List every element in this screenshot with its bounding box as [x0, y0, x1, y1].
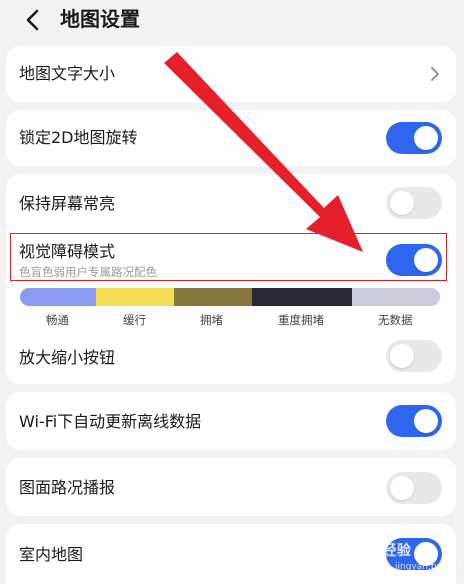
back-arrow-icon[interactable]	[22, 8, 44, 32]
legend-label-heavy: 重度拥堵	[278, 313, 324, 327]
legend-label-smooth: 畅通	[46, 313, 69, 327]
legend-swatch-congested	[174, 288, 252, 306]
setting-label: 室内地图	[19, 545, 84, 564]
setting-label: 地图文字大小	[19, 64, 116, 83]
legend-swatch-smooth	[20, 288, 96, 306]
legend-swatch-slow	[96, 288, 174, 306]
setting-row-lock-2d: 锁定2D地图旋转	[6, 110, 456, 166]
traffic-broadcast-toggle[interactable]	[386, 472, 442, 504]
screen-on-toggle[interactable]	[386, 187, 442, 219]
setting-label: 锁定2D地图旋转	[19, 128, 138, 147]
header-bar: 地图设置	[0, 0, 464, 40]
setting-row-traffic-broadcast: 图面路况播报	[6, 458, 456, 516]
traffic-color-legend	[20, 288, 440, 306]
toggle-knob	[390, 476, 414, 500]
watermark-sub: jingyan.baidu.com	[395, 562, 464, 572]
card-lock-2d: 锁定2D地图旋转	[6, 110, 456, 166]
legend-label-slow: 缓行	[123, 313, 146, 327]
card-wifi-update: Wi-Fi下自动更新离线数据	[6, 392, 456, 450]
legend-swatch-heavy	[252, 288, 352, 306]
watermark-logo: Baidu经验 jingyan.baidu.com	[335, 540, 464, 580]
setting-row-zoom-buttons: 放大缩小按钮	[6, 334, 456, 384]
toggle-knob	[390, 344, 414, 368]
legend-label-no-data: 无数据	[378, 313, 413, 327]
card-text-size: 地图文字大小	[6, 46, 456, 102]
setting-label: Wi-Fi下自动更新离线数据	[19, 412, 202, 431]
legend-label-congested: 拥堵	[200, 313, 223, 327]
toggle-knob	[414, 409, 438, 433]
toggle-knob	[414, 126, 438, 150]
card-traffic-broadcast: 图面路况播报	[6, 458, 456, 516]
legend-swatch-no-data	[352, 288, 440, 306]
setting-label: 图面路况播报	[19, 478, 116, 497]
toggle-knob	[390, 191, 414, 215]
setting-label: 保持屏幕常亮	[19, 194, 116, 213]
watermark-text: Baidu经验	[335, 543, 412, 559]
wifi-update-toggle[interactable]	[386, 405, 442, 437]
chevron-right-icon[interactable]	[430, 66, 440, 82]
zoom-buttons-toggle[interactable]	[386, 340, 442, 372]
setting-row-text-size[interactable]: 地图文字大小	[6, 46, 456, 102]
highlight-box	[10, 233, 447, 281]
setting-label: 放大缩小按钮	[19, 348, 116, 367]
page-title: 地图设置	[60, 7, 140, 31]
setting-row-screen-on: 保持屏幕常亮	[6, 174, 456, 232]
setting-row-wifi-update: Wi-Fi下自动更新离线数据	[6, 392, 456, 450]
lock-2d-toggle[interactable]	[386, 122, 442, 154]
